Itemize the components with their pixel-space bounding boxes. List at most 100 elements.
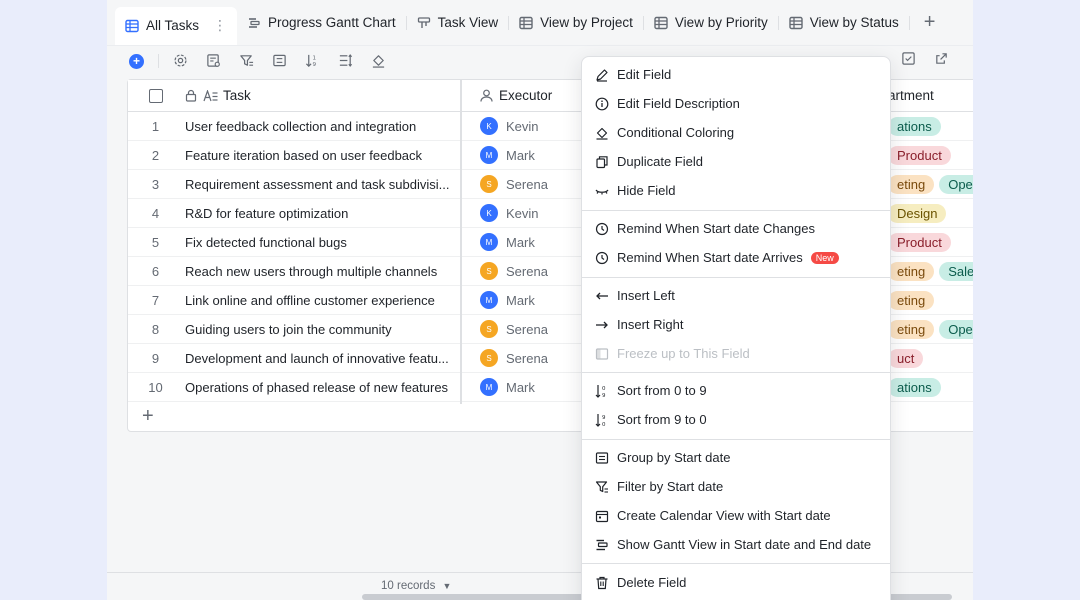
menu-delete-field[interactable]: Delete Field <box>587 568 885 597</box>
row-number: 2 <box>151 147 160 163</box>
menu-create-calendar-view[interactable]: Create Calendar View with Start date <box>587 501 885 530</box>
executor-cell[interactable]: M Mark <box>480 228 590 256</box>
filter-icon[interactable] <box>239 53 255 69</box>
gantt-icon <box>595 538 609 552</box>
executor-name: Serena <box>506 350 548 366</box>
task-cell[interactable]: Requirement assessment and task subdivis… <box>185 170 460 198</box>
checkbox[interactable] <box>148 88 163 103</box>
task-cell[interactable]: Link online and offline customer experie… <box>185 286 460 314</box>
department-cell[interactable]: Product <box>888 228 973 256</box>
task-cell[interactable]: Reach new users through multiple channel… <box>185 257 460 285</box>
add-view-icon[interactable]: + <box>924 11 936 34</box>
menu-sort-descending[interactable]: 90 Sort from 9 to 0 <box>587 405 885 434</box>
task-cell[interactable]: Fix detected functional bugs <box>185 228 460 256</box>
department-cell[interactable]: eting <box>888 286 973 314</box>
filter-icon <box>595 480 609 494</box>
arrow-left-icon <box>595 289 609 303</box>
kanban-icon <box>417 16 431 30</box>
avatar: S <box>480 320 498 338</box>
more-vertical-icon[interactable]: ⋮ <box>213 17 227 34</box>
add-row-icon[interactable]: + <box>142 405 154 428</box>
svg-text:0: 0 <box>602 422 606 427</box>
row-number: 5 <box>151 234 160 250</box>
menu-label: Show Gantt View in Start date and End da… <box>617 537 872 552</box>
tab-label: View by Priority <box>674 15 768 30</box>
executor-name: Serena <box>506 321 548 337</box>
menu-hide-field[interactable]: Hide Field <box>587 176 885 205</box>
department-cell[interactable]: ations <box>888 373 973 401</box>
department-tag: Opera <box>939 174 973 194</box>
menu-remind-start-date-changes[interactable]: Remind When Start date Changes <box>587 214 885 243</box>
menu-edit-field-description[interactable]: Edit Field Description <box>587 89 885 118</box>
add-record-button[interactable]: + <box>129 53 144 69</box>
department-tag: Sales <box>939 261 973 281</box>
executor-cell[interactable]: M Mark <box>480 373 590 401</box>
menu-sort-ascending[interactable]: 09 Sort from 0 to 9 <box>587 376 885 405</box>
grid-table-icon <box>789 16 803 30</box>
department-cell[interactable]: uct <box>888 344 973 372</box>
row-height-icon[interactable] <box>338 53 354 69</box>
executor-cell[interactable]: M Mark <box>480 141 590 169</box>
executor-cell[interactable]: K Kevin <box>480 112 590 140</box>
department-cell[interactable]: etingOpera <box>888 170 973 198</box>
department-tag: ations <box>888 377 941 397</box>
column-header-task[interactable]: Task <box>185 80 460 111</box>
executor-cell[interactable]: K Kevin <box>480 199 590 227</box>
menu-conditional-coloring[interactable]: Conditional Coloring <box>587 118 885 147</box>
frozen-column-divider[interactable] <box>460 80 462 404</box>
select-all-checkbox[interactable] <box>128 80 183 111</box>
executor-cell[interactable]: S Serena <box>480 170 590 198</box>
trash-icon <box>595 576 609 590</box>
menu-duplicate-field[interactable]: Duplicate Field <box>587 147 885 176</box>
executor-name: Serena <box>506 176 548 192</box>
menu-show-gantt-view[interactable]: Show Gantt View in Start date and End da… <box>585 528 887 561</box>
group-icon[interactable] <box>272 53 288 69</box>
menu-remind-start-date-arrives[interactable]: Remind When Start date Arrives New <box>587 243 885 272</box>
share-icon[interactable] <box>934 51 950 67</box>
department-cell[interactable]: etingOpera <box>888 315 973 343</box>
menu-insert-right[interactable]: Insert Right <box>587 310 885 339</box>
department-cell[interactable]: ations <box>888 112 973 140</box>
task-cell[interactable]: Guiding users to join the community <box>185 315 460 343</box>
paint-bucket-icon[interactable] <box>371 53 387 69</box>
task-cell[interactable]: Development and launch of innovative fea… <box>185 344 460 372</box>
column-header-label: Task <box>223 88 251 103</box>
settings-icon[interactable] <box>173 53 189 69</box>
task-cell[interactable]: User feedback collection and integration <box>185 112 460 140</box>
tab-view-by-priority[interactable]: View by Priority <box>644 3 778 43</box>
executor-cell[interactable]: M Mark <box>480 286 590 314</box>
executor-cell[interactable]: S Serena <box>480 315 590 343</box>
task-cell[interactable]: Operations of phased release of new feat… <box>185 373 460 401</box>
menu-freeze-field: Freeze up to This Field <box>587 339 885 368</box>
record-count-dropdown[interactable]: 10 records ▼ <box>381 580 451 592</box>
menu-group-by[interactable]: Group by Start date <box>587 443 885 472</box>
menu-edit-field[interactable]: Edit Field <box>587 60 885 89</box>
task-cell[interactable]: R&D for feature optimization <box>185 199 460 227</box>
avatar: M <box>480 378 498 396</box>
text-field-icon <box>203 89 218 102</box>
tab-task-view[interactable]: Task View <box>407 3 509 43</box>
tab-progress-gantt-chart[interactable]: Progress Gantt Chart <box>237 3 406 43</box>
avatar: M <box>480 233 498 251</box>
row-number: 10 <box>148 379 163 395</box>
menu-filter-by[interactable]: Filter by Start date <box>587 472 885 501</box>
executor-cell[interactable]: S Serena <box>480 257 590 285</box>
menu-insert-left[interactable]: Insert Left <box>587 281 885 310</box>
sort-icon[interactable]: 19 <box>305 53 321 69</box>
menu-divider <box>582 439 890 440</box>
department-cell[interactable]: Product <box>888 141 973 169</box>
checklist-icon[interactable] <box>901 51 917 67</box>
department-cell[interactable]: etingSales <box>888 257 973 285</box>
menu-label: Sort from 9 to 0 <box>617 412 707 427</box>
executor-cell[interactable]: S Serena <box>480 344 590 372</box>
column-header-executor[interactable]: Executor <box>480 80 590 111</box>
eye-closed-icon <box>595 184 609 198</box>
tab-all-tasks[interactable]: All Tasks ⋮ <box>115 6 238 45</box>
department-tag: Opera <box>939 319 973 339</box>
tab-view-by-status[interactable]: View by Status <box>779 3 909 43</box>
column-header-department[interactable]: artment <box>888 80 973 111</box>
field-settings-icon[interactable] <box>206 53 222 69</box>
tab-view-by-project[interactable]: View by Project <box>509 3 643 43</box>
department-cell[interactable]: Design <box>888 199 973 227</box>
task-cell[interactable]: Feature iteration based on user feedback <box>185 141 460 169</box>
